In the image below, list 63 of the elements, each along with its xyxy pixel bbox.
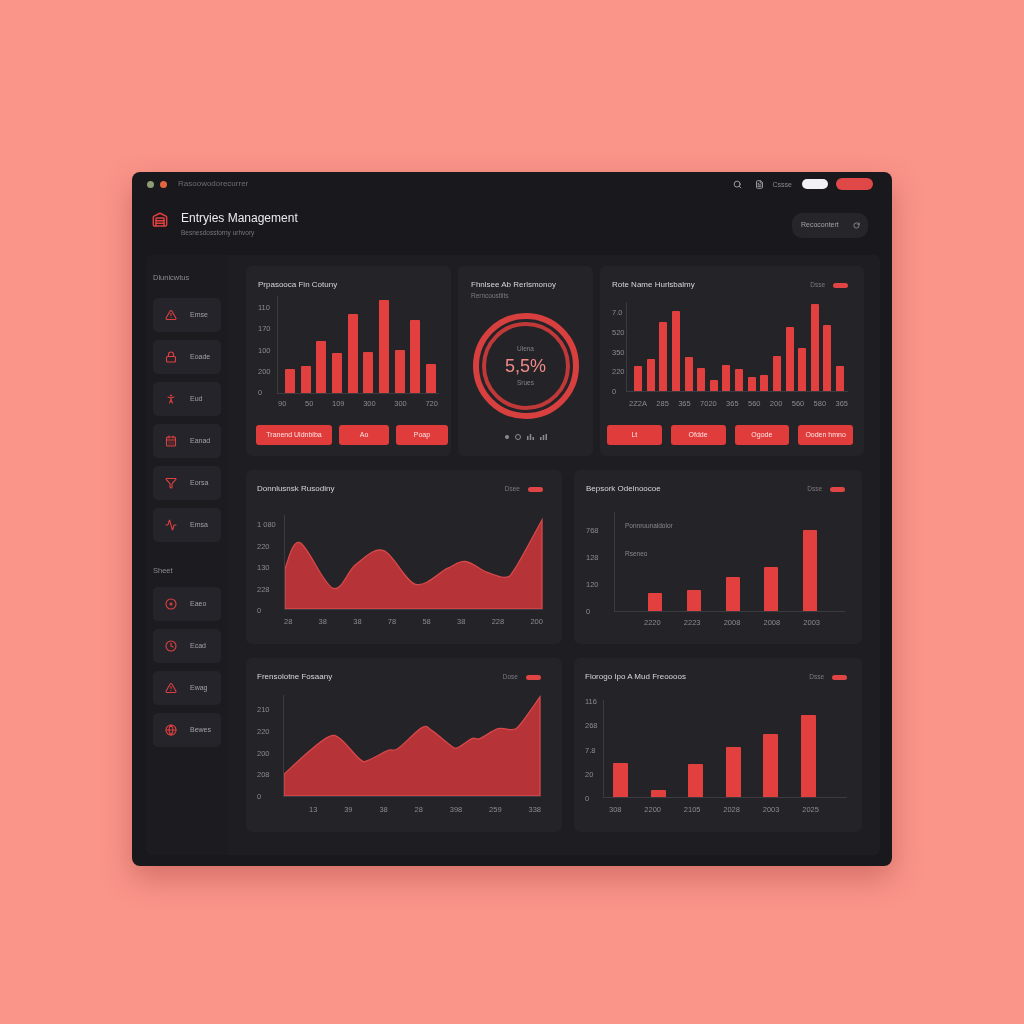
refresh-icon xyxy=(853,222,860,229)
header-title: Entryies Management xyxy=(181,211,298,225)
person-icon xyxy=(165,393,177,405)
chart-bar xyxy=(836,365,844,391)
card-title: Rote Name Hurlsbalmy xyxy=(612,280,695,290)
funnel-icon xyxy=(165,477,177,489)
legend-swatch-icon xyxy=(526,674,541,680)
chart-bar xyxy=(316,340,327,393)
bars-icon xyxy=(526,434,534,440)
chart-bar xyxy=(725,576,740,611)
chart-bar xyxy=(634,365,642,391)
chart-bar xyxy=(747,377,756,391)
chart-bar xyxy=(363,352,374,393)
legend-swatch-icon xyxy=(833,282,848,288)
chart-bar xyxy=(709,380,718,391)
chart-bar xyxy=(331,353,342,393)
chart-bar xyxy=(613,762,628,797)
card-title: Fiorogo Ipo A Mud Freoooos xyxy=(585,672,686,682)
card-title: Prpasooca Fin Cotuny xyxy=(258,280,338,290)
warning-icon xyxy=(165,309,177,321)
window-title: Rasoowodorecurrer xyxy=(178,179,249,189)
chart-bar xyxy=(285,369,295,393)
chart-bar xyxy=(686,590,701,611)
warning-icon xyxy=(165,682,177,694)
legend-swatch-icon xyxy=(528,486,543,492)
clock-icon xyxy=(165,640,177,652)
chart-bar xyxy=(763,734,779,797)
chart-bar xyxy=(688,764,704,797)
chart-bar xyxy=(697,367,706,391)
chart-bar xyxy=(725,747,741,797)
lock-icon xyxy=(165,351,177,363)
chart-bar xyxy=(425,364,436,393)
chart-bar xyxy=(659,322,668,391)
card-title: Bepsork Odelnoocoe xyxy=(586,484,661,494)
chart-bar xyxy=(394,349,405,393)
chart-bar xyxy=(722,365,731,391)
search-icon[interactable] xyxy=(732,179,742,189)
chart-bar xyxy=(823,324,832,391)
chart-bar xyxy=(646,359,655,391)
chart-bar xyxy=(764,566,779,611)
chart-bar xyxy=(785,327,794,391)
chart-bar xyxy=(772,356,781,391)
card-title: Donnlusnsk Rusodiny xyxy=(257,484,335,494)
ring-value: 5,5% xyxy=(505,356,546,376)
legend-swatch-icon xyxy=(830,486,845,492)
globe-icon xyxy=(165,724,177,736)
chart-bar xyxy=(684,356,693,391)
document-icon[interactable] xyxy=(754,179,764,189)
pulse-icon xyxy=(165,519,177,531)
legend-swatch-icon xyxy=(832,674,847,680)
warehouse-icon xyxy=(152,212,168,228)
bars-icon xyxy=(539,434,547,440)
chart-bar xyxy=(648,593,662,611)
chart-bar xyxy=(798,348,807,391)
card-title: Frensolotne Fosaany xyxy=(257,672,333,682)
pill-button[interactable] xyxy=(802,179,828,189)
card-title: Fhnlsee Ab Rerlsmonoy xyxy=(471,280,556,290)
chart-bar xyxy=(760,374,769,391)
chart-bar xyxy=(300,365,311,393)
chart-bar xyxy=(735,368,743,391)
calendar-icon xyxy=(165,435,177,447)
chart-bar xyxy=(650,790,666,797)
disc-icon xyxy=(165,598,177,610)
